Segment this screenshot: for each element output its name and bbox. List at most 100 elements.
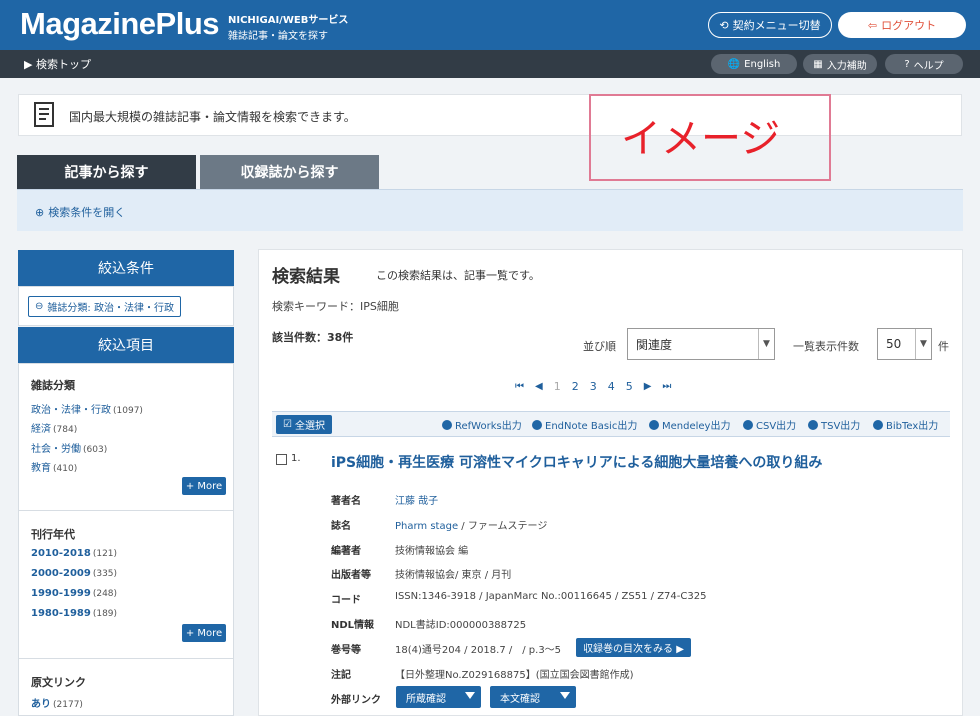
- field-label: 出版者等: [331, 570, 371, 581]
- sort-label: 並び順: [583, 340, 616, 353]
- logout-button[interactable]: ⇦ ログアウト: [838, 12, 966, 38]
- export-bibtex-button[interactable]: BibTex出力: [873, 417, 938, 432]
- check-icon: ☑: [283, 419, 292, 430]
- logout-icon: ⇦: [867, 18, 878, 32]
- breadcrumb-search-top[interactable]: ▶ 検索トップ: [24, 56, 91, 72]
- field-label: NDL情報: [331, 620, 375, 631]
- field-value-volume: 18(4)通号204 / 2018.7 / / p.3〜5: [395, 645, 562, 656]
- page-link[interactable]: 5: [626, 380, 633, 393]
- results-title: 検索結果: [272, 267, 340, 287]
- first-page-icon[interactable]: ⏮: [515, 381, 524, 392]
- export-icon: [808, 419, 818, 430]
- select-all-button[interactable]: ☑ 全選択: [276, 415, 332, 434]
- export-icon: [532, 419, 542, 430]
- sub-navigation-bar: ▶ 検索トップ 🌐 English ▦ 入力補助 ? ヘルプ: [0, 50, 980, 78]
- facet-item[interactable]: あり (2177): [31, 695, 83, 710]
- sort-select[interactable]: 関連度 ▼: [627, 328, 775, 360]
- field-value-note: 【日外整理No.Z029168875】(国立国会図書館作成): [395, 670, 634, 681]
- export-endnote-button[interactable]: EndNote Basic出力: [532, 417, 637, 432]
- export-icon: [442, 419, 452, 430]
- perpage-select[interactable]: 50 ▼: [877, 328, 932, 360]
- field-label: 誌名: [331, 521, 351, 532]
- more-button[interactable]: + More: [182, 624, 226, 642]
- facet-item[interactable]: 経済 (784): [31, 420, 77, 435]
- refine-items-header: 絞込項目: [18, 327, 234, 363]
- field-value-author: 江藤 哉子: [395, 492, 438, 507]
- facet-item[interactable]: 1980-1989 (189): [31, 608, 117, 619]
- contract-menu-switch-button[interactable]: ⟲ 契約メニュー切替: [708, 12, 832, 38]
- hit-count: 該当件数：38件: [272, 331, 354, 344]
- help-label: ヘルプ: [913, 60, 944, 72]
- switch-icon: ⟲: [719, 18, 729, 32]
- facet-item[interactable]: 1990-1999 (248): [31, 588, 117, 599]
- field-label: 著者名: [331, 496, 361, 507]
- record-checkbox[interactable]: [276, 454, 287, 465]
- active-filter-label: 雑誌分類: 政治・法律・行政: [47, 303, 174, 314]
- export-icon: [649, 419, 659, 430]
- field-value-publisher: 技術情報協会/ 東京 / 月刊: [395, 570, 512, 581]
- fulltext-check-button[interactable]: 本文確認: [490, 686, 576, 708]
- next-page-icon[interactable]: ▶: [644, 381, 652, 392]
- logo-subtitle-desc: 雑誌記事・論文を探す: [228, 31, 328, 42]
- chevron-down-icon: ▼: [915, 329, 931, 359]
- export-toolbar: ☑ 全選択 RefWorks出力 EndNote Basic出力 Mendele…: [272, 411, 950, 437]
- divider: [19, 510, 233, 511]
- field-label: 巻号等: [331, 645, 361, 656]
- results-note: この検索結果は、記事一覧です。: [376, 269, 540, 282]
- last-page-icon[interactable]: ⏭: [662, 381, 671, 392]
- field-label: 編著者: [331, 546, 361, 557]
- export-csv-button[interactable]: CSV出力: [743, 417, 796, 432]
- sort-value: 関連度: [636, 337, 673, 352]
- page-link[interactable]: 2: [572, 380, 579, 393]
- holdings-check-button[interactable]: 所蔵確認: [396, 686, 481, 708]
- view-toc-button[interactable]: 収録巻の目次をみる ▶: [576, 638, 691, 657]
- export-refworks-button[interactable]: RefWorks出力: [442, 417, 522, 432]
- search-keyword: 検索キーワード：IPS細胞: [272, 300, 399, 313]
- page-link[interactable]: 4: [608, 380, 615, 393]
- record-title-link[interactable]: iPS細胞・再生医療 可溶性マイクロキャリアによる細胞大量培養への取り組み: [331, 452, 822, 472]
- plus-circle-icon: ⊕: [35, 205, 45, 219]
- image-placeholder-overlay: イメージ: [589, 94, 831, 181]
- page-link[interactable]: 3: [590, 380, 597, 393]
- export-icon: [743, 419, 753, 430]
- perpage-unit: 件: [938, 340, 949, 353]
- logo[interactable]: MagazinePlus: [20, 6, 220, 42]
- question-icon: ?: [904, 58, 910, 70]
- keyboard-icon: ▦: [813, 58, 823, 70]
- field-label: コード: [331, 595, 361, 606]
- caret-down-icon: [465, 692, 475, 699]
- export-tsv-button[interactable]: TSV出力: [808, 417, 860, 432]
- english-button[interactable]: 🌐 English: [711, 54, 797, 74]
- select-all-label: 全選択: [294, 421, 325, 432]
- tab-search-journals[interactable]: 収録誌から探す: [200, 155, 379, 189]
- prev-page-icon[interactable]: ◀: [535, 381, 543, 392]
- field-label: 外部リンク: [331, 695, 381, 706]
- divider: [19, 658, 233, 659]
- tab-search-articles[interactable]: 記事から探す: [17, 155, 196, 189]
- facet-item[interactable]: 社会・労働 (603): [31, 440, 107, 455]
- chevron-down-icon: ▼: [758, 329, 774, 359]
- input-help-label: 入力補助: [826, 60, 867, 72]
- active-filter-chip[interactable]: ⊖ 雑誌分類: 政治・法律・行政: [28, 296, 181, 317]
- help-button[interactable]: ? ヘルプ: [885, 54, 963, 74]
- field-value-ndl: NDL書誌ID:000000388725: [395, 620, 527, 631]
- remove-circle-icon: ⊖: [35, 301, 44, 312]
- search-conditions-bar: ⊕ 検索条件を開く: [17, 189, 963, 231]
- contract-menu-label: 契約メニュー切替: [732, 19, 821, 32]
- caret-down-icon: [560, 692, 570, 699]
- export-mendeley-button[interactable]: Mendeley出力: [649, 417, 730, 432]
- facet-item[interactable]: 2000-2009 (335): [31, 568, 117, 579]
- facet-item[interactable]: 政治・法律・行政 (1097): [31, 401, 143, 416]
- field-value-journal: Pharm stage / ファームステージ: [395, 521, 548, 532]
- facet-item[interactable]: 教育 (410): [31, 459, 77, 474]
- more-button[interactable]: + More: [182, 477, 226, 495]
- journal-link[interactable]: Pharm stage: [395, 521, 458, 532]
- document-icon: [34, 102, 54, 127]
- record-number: 1.: [291, 453, 301, 464]
- open-conditions-link[interactable]: ⊕ 検索条件を開く: [35, 204, 125, 220]
- input-help-button[interactable]: ▦ 入力補助: [803, 54, 877, 74]
- author-link[interactable]: 江藤 哉子: [395, 496, 438, 507]
- page-current: 1: [553, 380, 561, 393]
- facet-item[interactable]: 2010-2018 (121): [31, 548, 117, 559]
- facet-group-title: 刊行年代: [31, 528, 75, 541]
